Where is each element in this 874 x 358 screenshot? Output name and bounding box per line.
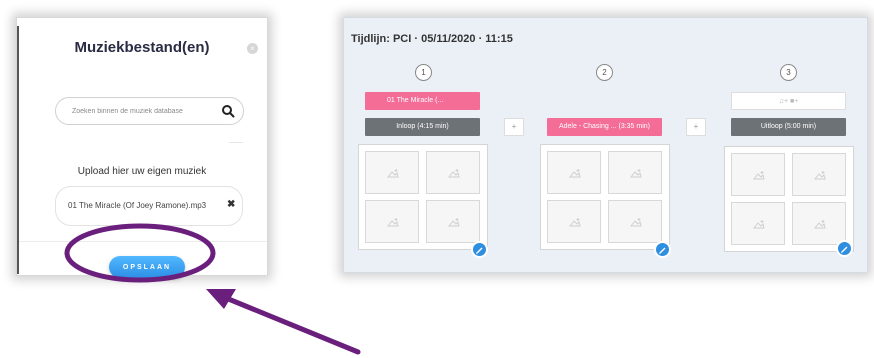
- highlight-ellipse: [64, 223, 216, 283]
- annotation-overlay: [64, 223, 361, 355]
- pointer-arrow-shaft: [223, 295, 361, 355]
